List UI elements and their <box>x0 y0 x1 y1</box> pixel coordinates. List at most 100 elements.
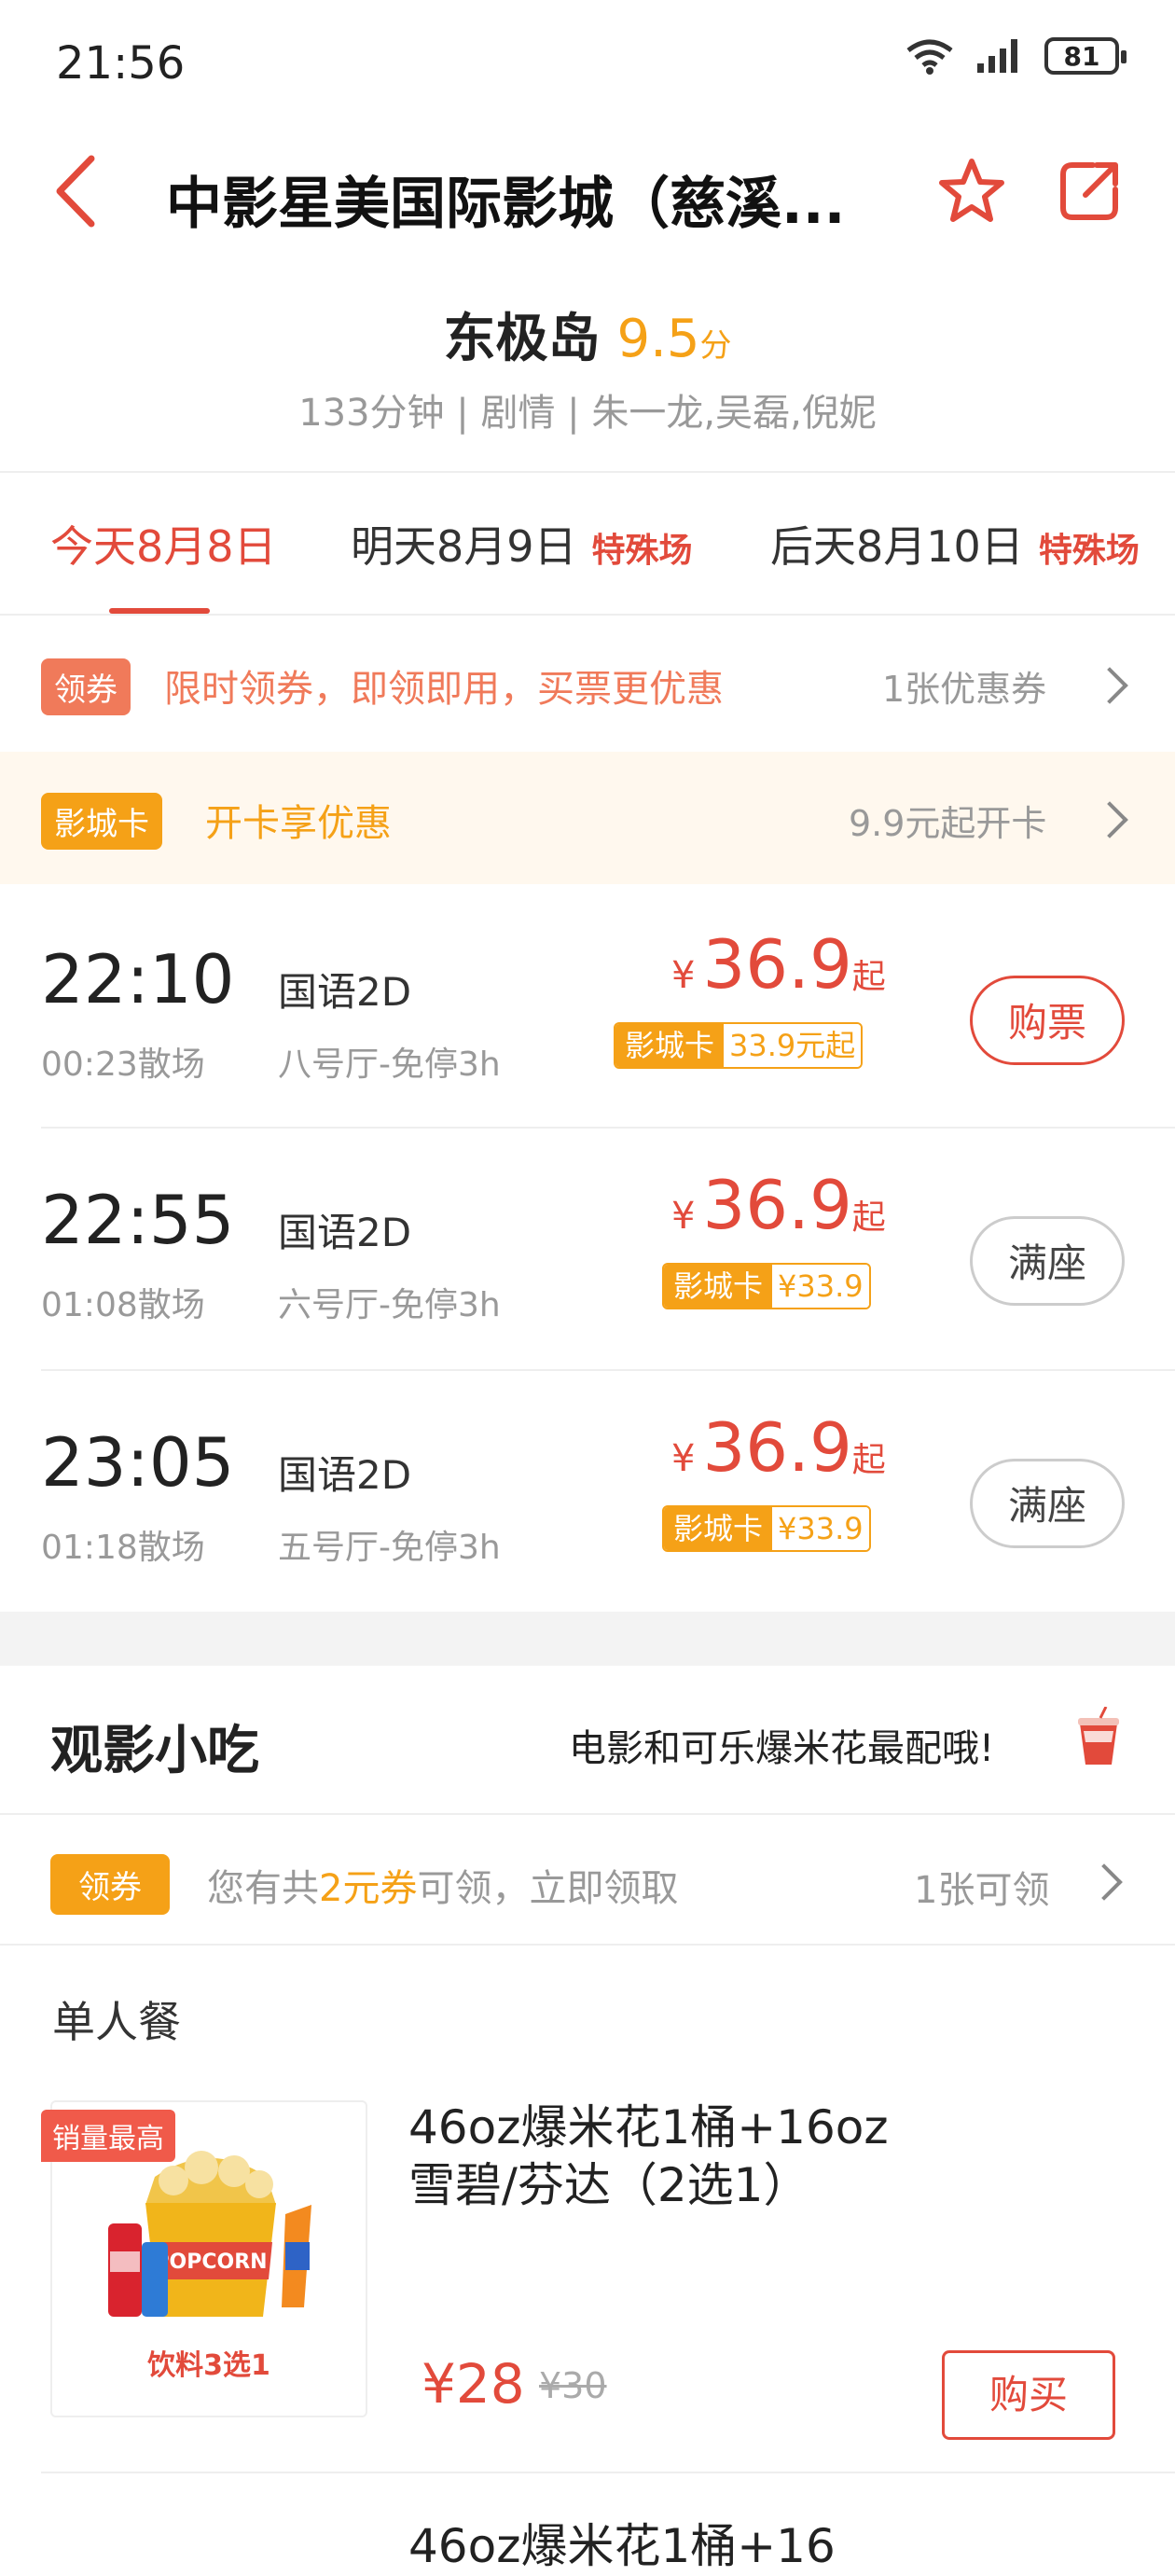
tab-day-after[interactable]: 后天8月10日 特殊场 <box>770 513 1140 575</box>
price-from: 起 <box>851 1198 886 1237</box>
share-icon <box>1060 162 1118 220</box>
coupon-count: 1张优惠券 <box>882 669 1047 710</box>
snack-coupon-banner[interactable]: 领券 您有共2元券可领，立即领取 1张可领 <box>0 1817 1175 1944</box>
divider <box>41 2472 1175 2473</box>
buy-combo-button[interactable]: 购买 <box>942 2350 1115 2440</box>
cinema-title: 中影星美国际影城（慈溪... <box>166 172 846 237</box>
star-icon <box>939 159 1004 222</box>
show-language: 国语2D <box>278 1210 412 1255</box>
cinema-card-banner[interactable]: 影城卡 开卡享优惠 9.9元起开卡 <box>0 752 1175 884</box>
show-hall: 六号厅-免停3h <box>278 1286 501 1324</box>
show-time: 22:55 <box>41 1181 235 1259</box>
movie-score-unit: 分 <box>699 327 732 365</box>
tab-tomorrow[interactable]: 明天8月9日 特殊场 <box>351 513 693 575</box>
buy-ticket-button[interactable]: 购票 <box>970 976 1125 1065</box>
movie-meta: 133分钟 | 剧情 | 朱一龙,吴磊,倪妮 <box>298 392 877 435</box>
chevron-right-icon <box>1091 801 1128 838</box>
coupon-text: 限时领券，即领即用，买票更优惠 <box>164 668 724 711</box>
section-gap <box>0 1612 1175 1666</box>
movie-header: 东极岛 9.5分 <box>0 297 1175 372</box>
card-label: 影城卡 <box>664 1507 773 1550</box>
tab-today[interactable]: 今天8月8日 <box>50 513 277 575</box>
coupon-tag: 领券 <box>41 658 131 715</box>
card-label: 影城卡 <box>615 1024 725 1067</box>
coupon-banner[interactable]: 领券 限时领券，即领即用，买票更优惠 1张优惠券 <box>0 617 1175 750</box>
show-time: 22:10 <box>41 940 235 1018</box>
cola-cup-icon <box>1078 1707 1119 1765</box>
special-badge: 特殊场 <box>1038 532 1140 570</box>
tab-label: 今天8月8日 <box>50 521 277 572</box>
card-price: 33.9元起 <box>724 1024 862 1067</box>
price-value: 36.9 <box>702 1166 852 1244</box>
chevron-right-icon <box>1091 667 1128 704</box>
show-hall: 五号厅-免停3h <box>278 1529 501 1567</box>
battery-icon: 81 <box>1044 37 1127 75</box>
popcorn-label: POPCORN <box>154 2251 267 2274</box>
card-price: ¥33.9 <box>772 1265 869 1308</box>
back-arrow-icon <box>56 155 95 228</box>
movie-score: 9.5 <box>616 309 700 369</box>
chevron-right-icon <box>1085 1863 1123 1901</box>
price-from: 起 <box>851 958 886 996</box>
combo-image-caption: 饮料3选1 <box>146 2349 270 2382</box>
price-from: 起 <box>851 1441 886 1479</box>
combo-price: ¥28 <box>422 2352 525 2416</box>
section-single-meal: 单人餐 <box>52 1997 181 2047</box>
currency-symbol: ¥ <box>671 1437 696 1480</box>
card-price-badge: 影城卡 33.9元起 <box>614 1022 864 1069</box>
show-end-time: 00:23散场 <box>41 1046 205 1084</box>
combo-title-line: 雪碧/芬达（2选1） <box>408 2158 810 2212</box>
divider <box>0 614 1175 616</box>
show-end-time: 01:08散场 <box>41 1286 205 1324</box>
card-price-badge: 影城卡 ¥33.9 <box>662 1263 871 1309</box>
snack-coupon-text: 您有共2元券可领，立即领取 <box>207 1858 678 1912</box>
card-tag: 影城卡 <box>41 793 162 850</box>
show-language: 国语2D <box>278 969 412 1015</box>
special-badge: 特殊场 <box>591 532 693 570</box>
show-language: 国语2D <box>278 1452 412 1498</box>
card-price: ¥33.9 <box>772 1507 869 1550</box>
show-end-time: 01:18散场 <box>41 1529 205 1567</box>
coupon-text-post: 可领，立即领取 <box>417 1867 679 1910</box>
battery-level: 81 <box>1063 40 1100 72</box>
show-price: ¥36.9起 <box>671 925 886 1004</box>
combo-original-price: ¥30 <box>539 2365 607 2406</box>
coupon-text-pre: 您有共 <box>207 1867 319 1910</box>
status-time: 21:56 <box>56 37 186 90</box>
snack-coupon-count: 1张可领 <box>914 1869 1050 1912</box>
status-icons: 81 <box>905 37 1127 75</box>
best-seller-badge: 销量最高 <box>41 2110 175 2162</box>
signal-icon <box>977 39 1017 73</box>
combo-title-line: 46oz爆米花1桶+16oz <box>408 2100 889 2154</box>
sold-out-button[interactable]: 满座 <box>970 1216 1125 1306</box>
show-time: 23:05 <box>41 1423 235 1502</box>
show-hall: 八号厅-免停3h <box>278 1046 501 1084</box>
divider <box>0 1813 1175 1815</box>
snacks-subtitle: 电影和可乐爆米花最配哦! <box>569 1727 995 1770</box>
next-combo-title: 46oz爆米花1桶+16 <box>408 2519 836 2573</box>
currency-symbol: ¥ <box>671 954 696 997</box>
showtime-row: 22:10 00:23散场 国语2D 八号厅-免停3h ¥36.9起 影城卡 33… <box>0 886 1175 1127</box>
card-price-badge: 影城卡 ¥33.9 <box>662 1505 871 1552</box>
tab-label: 后天8月10日 <box>770 521 1024 572</box>
coupon-amount: 2元券 <box>319 1867 418 1910</box>
combo-title: 46oz爆米花1桶+16oz 雪碧/芬达（2选1） <box>408 2098 968 2214</box>
share-button[interactable] <box>1052 154 1127 229</box>
snack-coupon-tag: 领券 <box>50 1854 170 1915</box>
show-price: ¥36.9起 <box>671 1408 886 1487</box>
back-button[interactable] <box>47 149 112 233</box>
favorite-button[interactable] <box>934 154 1009 229</box>
card-label: 影城卡 <box>664 1265 773 1308</box>
sold-out-button[interactable]: 满座 <box>970 1459 1125 1548</box>
card-text: 开卡享优惠 <box>205 802 392 845</box>
snacks-title: 观影小吃 <box>50 1721 259 1781</box>
card-price-text: 9.9元起开卡 <box>849 803 1047 844</box>
wifi-icon <box>906 39 953 75</box>
price-value: 36.9 <box>702 1408 852 1487</box>
divider <box>0 1944 1175 1946</box>
price-value: 36.9 <box>702 925 852 1004</box>
showtime-row: 22:55 01:08散场 国语2D 六号厅-免停3h ¥36.9起 影城卡 ¥3… <box>0 1129 1175 1369</box>
tab-label: 明天8月9日 <box>351 521 577 572</box>
show-price: ¥36.9起 <box>671 1166 886 1244</box>
movie-name: 东极岛 <box>443 309 601 369</box>
